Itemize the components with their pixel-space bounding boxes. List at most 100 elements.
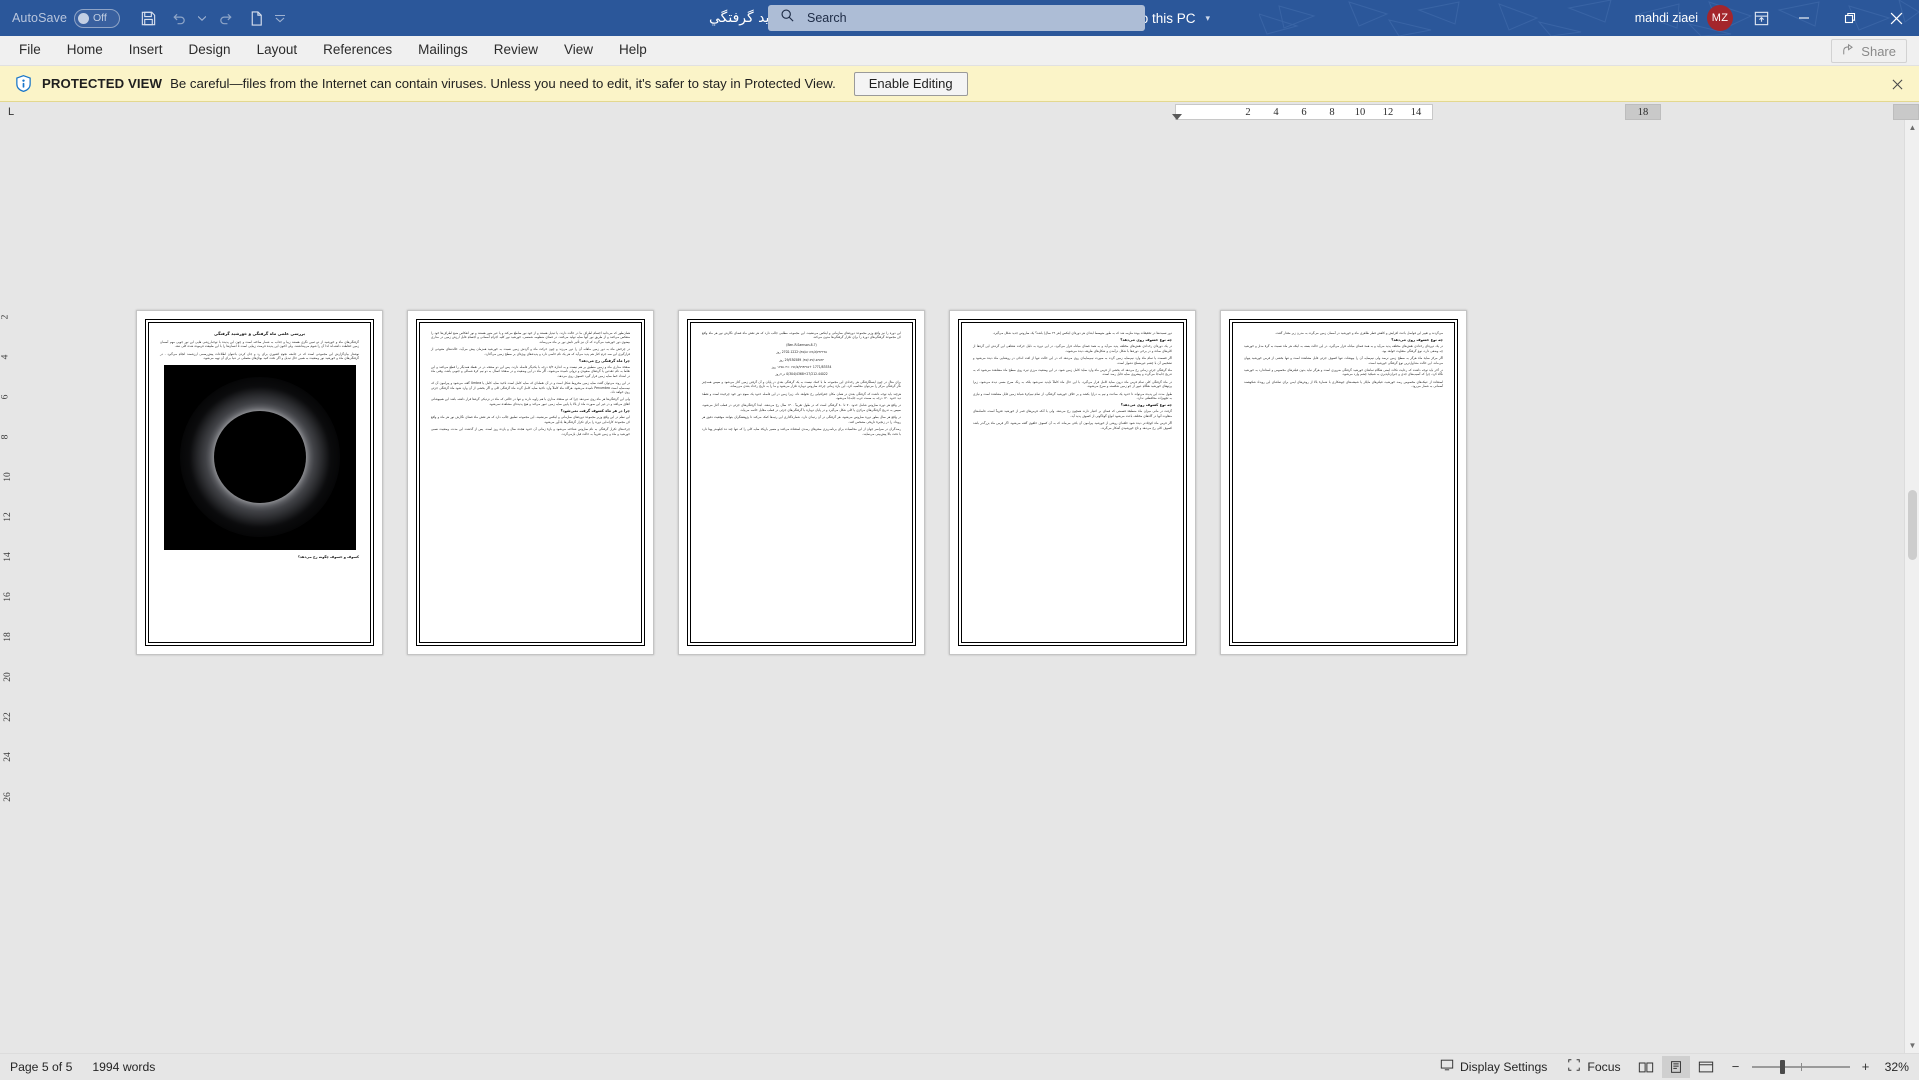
autosave-toggle-group[interactable]: AutoSave Off (12, 5, 120, 31)
vruler-tick-18: 18 (3, 632, 13, 642)
page-2-paragraph-1: همان‌طور که می‌دانید اجسام اطراف ما در ح… (431, 331, 630, 344)
zoom-level[interactable]: 32% (1881, 1060, 1919, 1074)
share-button[interactable]: Share (1831, 39, 1907, 63)
tab-mailings[interactable]: Mailings (405, 35, 481, 65)
redo-icon[interactable] (212, 4, 240, 32)
page-5[interactable]: می‌گردند و تغییر این فواصل باعث افزایش و… (1220, 310, 1467, 655)
tab-layout[interactable]: Layout (244, 35, 311, 65)
vertical-ruler[interactable]: 2 4 6 8 10 12 14 16 18 20 22 24 26 (0, 120, 22, 860)
page-4-paragraph-4: ماه گرفتگی جزئی زمانی رخ می‌دهد که بخشی … (973, 368, 1172, 377)
horizontal-ruler[interactable]: 18 14 12 10 8 6 4 2 (1159, 102, 1919, 122)
autosave-switch[interactable]: Off (74, 9, 120, 28)
quick-access-toolbar (134, 4, 288, 32)
page-2-paragraph-2: در چرخش ماه به دور زمین ماهانه آن را دور… (431, 347, 630, 356)
eclipse-moon-disk (214, 411, 306, 503)
print-layout-icon[interactable] (1662, 1056, 1690, 1078)
focus-button[interactable]: Focus (1557, 1054, 1630, 1080)
tab-stop-selector[interactable]: L (0, 102, 22, 122)
tab-view[interactable]: View (551, 35, 606, 65)
zoom-slider-track[interactable] (1752, 1066, 1850, 1068)
page-3-paragraph-3: هرچند باید توجه داشت که گرفتگی بعدی در ه… (702, 392, 901, 401)
ribbon-tab-bar: File Home Insert Design Layout Reference… (0, 36, 1919, 66)
page-1-caption: کسوف و خسوف چگونه رخ می‌دهد؟ (160, 555, 359, 559)
page-3-formula-2: 29/530589۰/۴۵/۱۷۷/۱۸۳۵۲۴ روز (702, 358, 901, 362)
page-2-paragraph-3: صفحهٔ مداری ماه و زمین منطبق بر هم نیست … (431, 365, 630, 378)
zoom-out-button[interactable]: − (1729, 1060, 1743, 1073)
close-icon[interactable] (1873, 0, 1919, 36)
page-3-reference: (Ben-R.Samson-8.7) (702, 343, 901, 347)
scroll-up-arrow-icon[interactable]: ▲ (1905, 120, 1919, 135)
protected-view-message: Be careful—files from the Internet can c… (170, 76, 836, 91)
web-layout-icon[interactable] (1692, 1056, 1720, 1078)
save-icon[interactable] (134, 4, 162, 32)
ruler-scale[interactable]: 14 12 10 8 6 4 2 (1175, 104, 1433, 120)
document-title-caret-icon[interactable]: ▾ (1206, 13, 1211, 24)
page-1[interactable]: بررسي علمي ماه گرفتگي و خورشيد گرفتگي گر… (136, 310, 383, 655)
tab-help[interactable]: Help (606, 35, 660, 65)
tab-file[interactable]: File (6, 35, 54, 65)
read-mode-icon[interactable] (1632, 1056, 1660, 1078)
page-4-paragraph-6: طول مدت این پدیده می‌تواند تا حدود یک سا… (973, 392, 1172, 401)
vruler-tick-20: 20 (3, 672, 13, 682)
new-document-icon[interactable] (242, 4, 270, 32)
search-placeholder: Search (807, 11, 847, 25)
vruler-tick-16: 16 (3, 592, 13, 602)
page-3-paragraph-2: برای مثال در چون ایسلگرفتگی هر رخدادی ای… (702, 380, 901, 389)
page-3[interactable]: این دوره را نیز واقع وزیر مجموعهٔ دوره‌ه… (678, 310, 925, 655)
ruler-row: L 18 14 12 10 8 6 4 2 (0, 102, 1919, 122)
ruler-tick-8: 8 (1318, 107, 1346, 118)
display-settings-icon (1440, 1058, 1454, 1075)
scrollbar-thumb[interactable] (1908, 490, 1917, 560)
scroll-down-arrow-icon[interactable]: ▼ (1905, 1038, 1919, 1053)
user-name[interactable]: mahdi ziaei (1635, 11, 1698, 25)
vruler-tick-10: 10 (3, 472, 13, 482)
tab-home[interactable]: Home (54, 35, 116, 65)
vertical-scrollbar[interactable]: ▲ ▼ (1904, 120, 1919, 1053)
page-2-border: همان‌طور که می‌دانید اجسام اطراف ما در ح… (416, 319, 645, 646)
undo-icon[interactable] (164, 4, 192, 32)
search-box[interactable]: Search (768, 5, 1145, 31)
ruler-left-margin-zone[interactable]: 18 (1625, 104, 1661, 120)
vruler-tick-6: 6 (0, 395, 10, 400)
ribbon-display-options-icon[interactable] (1741, 0, 1781, 36)
word-count[interactable]: 1994 words (82, 1054, 165, 1080)
focus-label: Focus (1587, 1060, 1620, 1074)
vruler-tick-12: 12 (3, 512, 13, 522)
page-5-paragraph-3: اگر مرکز سایهٔ ماه هرگز به سطح زمین نرسد… (1244, 356, 1443, 365)
autosave-state-label: Off (93, 12, 107, 24)
tab-references[interactable]: References (310, 35, 405, 65)
ruler-tick-12: 12 (1374, 107, 1402, 118)
customize-quick-access-caret-icon[interactable] (272, 4, 288, 32)
vruler-tick-8: 8 (0, 435, 10, 440)
enable-editing-button[interactable]: Enable Editing (854, 72, 968, 96)
status-bar-right-group: Display Settings Focus − (1430, 1054, 1919, 1080)
page-2-paragraph-7: چرخه‌های تکرار گرفتگی به نام ساروس شناخت… (431, 427, 630, 436)
page-2-paragraph-4: در این روند می‌توان گفت سایه زمین مخروط … (431, 381, 630, 394)
page-5-paragraph-5: استفاده از عینک‌های مخصوص رصد خورشید، فی… (1244, 380, 1443, 389)
zoom-slider-thumb[interactable] (1780, 1060, 1785, 1074)
page-2[interactable]: همان‌طور که می‌دانید اجسام اطراف ما در ح… (407, 310, 654, 655)
vruler-tick-24: 24 (3, 752, 13, 762)
restore-icon[interactable] (1827, 0, 1873, 36)
avatar[interactable]: MZ (1707, 5, 1733, 31)
protected-view-title: PROTECTED VIEW (42, 76, 162, 91)
display-settings-button[interactable]: Display Settings (1430, 1054, 1557, 1080)
document-workspace[interactable]: 2 4 6 8 10 12 14 16 18 20 22 24 26 بررسي… (0, 120, 1919, 1053)
minimize-icon[interactable] (1781, 0, 1827, 36)
page-indicator[interactable]: Page 5 of 5 (0, 1054, 82, 1080)
zoom-slider[interactable]: − + (1729, 1060, 1873, 1073)
tab-review[interactable]: Review (481, 35, 551, 65)
close-icon[interactable] (1887, 74, 1907, 94)
title-bar-right-group: mahdi ziaei MZ (1635, 0, 1919, 36)
ruler-right-margin-zone[interactable] (1893, 104, 1919, 120)
page-4-paragraph-1: دور نسبت‌ها در تحقیقات بوده ملزمه شد که … (973, 331, 1172, 335)
tab-design[interactable]: Design (176, 35, 244, 65)
ruler-tick-6: 6 (1290, 107, 1318, 118)
undo-dropdown-caret-icon[interactable] (194, 4, 210, 32)
vruler-tick-26: 26 (3, 792, 13, 802)
share-icon (1842, 43, 1856, 60)
page-4[interactable]: دور نسبت‌ها در تحقیقات بوده ملزمه شد که … (949, 310, 1196, 655)
tab-insert[interactable]: Insert (116, 35, 176, 65)
page-4-heading-2: چه نوع کسوف روی می‌دهد؟ (973, 403, 1172, 407)
zoom-in-button[interactable]: + (1859, 1060, 1873, 1073)
